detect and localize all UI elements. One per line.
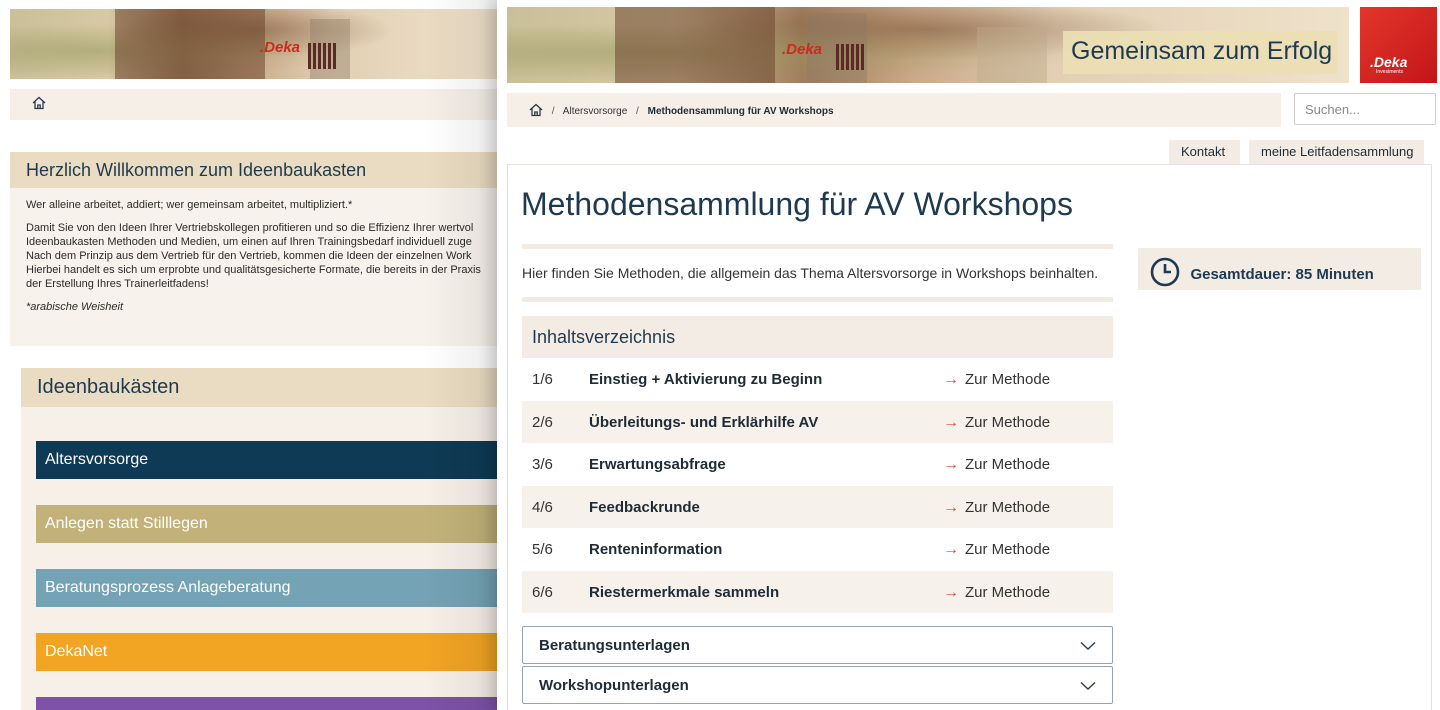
header-banner-image: .Deka (10, 9, 500, 79)
banner-bars-graphic (836, 44, 864, 70)
zur-methode-link[interactable]: → Zur Methode (943, 414, 1050, 432)
welcome-text-line: Ideenbaukasten Methoden und Medien, um e… (26, 236, 472, 248)
kit-beratungsprozess-button[interactable]: Beratungsprozess Anlageberatung (36, 569, 500, 607)
tab-leitfadensammlung[interactable]: meine Leitfadensammlung (1249, 140, 1424, 164)
welcome-text-line: Damit Sie von den Ideen Ihrer Vertriebsk… (26, 222, 474, 234)
tab-kontakt[interactable]: Kontakt (1169, 140, 1240, 164)
zur-methode-link[interactable]: → Zur Methode (943, 499, 1050, 517)
welcome-text-line: Nach dem Prinzip aus dem Vertrieb für de… (26, 250, 472, 262)
zur-methode-label: Zur Methode (965, 498, 1051, 516)
arrow-right-icon: → (943, 583, 959, 601)
deka-logo[interactable]: .Deka Investments (1360, 7, 1437, 83)
left-breadcrumb-bar (10, 89, 500, 120)
clock-icon (1150, 257, 1180, 292)
background-page: .Deka Herzlich Willkommen zum Ideenbauka… (0, 0, 500, 710)
intro-text: Hier finden Sie Methoden, die allgemein … (522, 265, 1099, 281)
arrow-right-icon: → (943, 413, 959, 431)
banner-deka-mark: .Deka (260, 39, 301, 56)
banner-bars-graphic (308, 43, 336, 69)
banner-deka-mark: .Deka (782, 41, 823, 58)
duration-box: Gesamtdauer: 85 Minuten (1138, 248, 1421, 290)
foreground-page: .Deka Gemeinsam zum Erfolg .Deka Investm… (497, 0, 1440, 710)
arrow-right-icon: → (943, 371, 959, 388)
search-input[interactable] (1294, 93, 1436, 125)
home-icon[interactable] (32, 96, 46, 115)
toc-title-text: Renteninformation (589, 541, 723, 558)
toc-title-text: Überleitungs- und Erklärhilfe AV (589, 413, 819, 431)
zur-methode-link[interactable]: → Zur Methode (943, 541, 1050, 559)
breadcrumb-current: Methodensammlung für AV Workshops (647, 106, 834, 117)
table-of-contents: Inhaltsverzeichnis 1/6 Einstieg + Aktivi… (522, 316, 1113, 613)
accordion-label: Beratungsunterlagen (539, 637, 690, 654)
welcome-panel: Herzlich Willkommen zum Ideenbaukasten W… (10, 152, 500, 346)
toc-title-text: Einstieg + Aktivierung zu Beginn (589, 371, 823, 388)
toc-number: 6/6 (532, 583, 553, 601)
toc-title-text: Riestermerkmale sammeln (589, 583, 780, 601)
zur-methode-label: Zur Methode (965, 456, 1051, 473)
toc-number: 5/6 (532, 541, 553, 558)
toc-number: 4/6 (532, 498, 553, 516)
kit-anlegen-button[interactable]: Anlegen statt Stilllegen (36, 505, 500, 543)
divider (522, 297, 1113, 302)
home-icon[interactable] (529, 103, 543, 120)
toc-title: Inhaltsverzeichnis (522, 316, 1113, 358)
toc-row: 1/6 Einstieg + Aktivierung zu Beginn → Zu… (522, 358, 1113, 401)
toc-title-text: Erwartungsabfrage (589, 456, 726, 473)
breadcrumb-separator: / (636, 106, 639, 117)
arrow-right-icon: → (943, 498, 959, 516)
zur-methode-link[interactable]: → Zur Methode (943, 456, 1050, 474)
toc-title-text: Feedbackrunde (589, 498, 700, 516)
toc-row: 2/6 Überleitungs- und Erklärhilfe AV → Zu… (522, 400, 1113, 443)
welcome-title: Herzlich Willkommen zum Ideenbaukasten (10, 152, 500, 188)
accordion-workshopunterlagen[interactable]: Workshopunterlagen (522, 666, 1113, 704)
breadcrumb: / Altersvorsorge / Methodensammlung für … (507, 93, 1281, 127)
header-banner-image: .Deka Gemeinsam zum Erfolg (507, 7, 1349, 83)
zur-methode-link[interactable]: → Zur Methode (943, 584, 1050, 602)
chevron-down-icon (1080, 678, 1096, 695)
welcome-motto: Wer alleine arbeitet, addiert; wer gemei… (26, 199, 353, 211)
ideenbaukasten-title: Ideenbaukästen (21, 368, 500, 407)
accordion-label: Workshopunterlagen (539, 677, 689, 694)
accordion-beratungsunterlagen[interactable]: Beratungsunterlagen (522, 626, 1113, 664)
toc-row: 4/6 Feedbackrunde → Zur Methode (522, 485, 1113, 528)
toc-row: 5/6 Renteninformation → Zur Methode (522, 528, 1113, 571)
zur-methode-label: Zur Methode (965, 413, 1051, 431)
toc-number: 1/6 (532, 371, 553, 388)
arrow-right-icon: → (943, 541, 959, 558)
duration-label: Gesamtdauer: 85 Minuten (1190, 266, 1374, 283)
zur-methode-label: Zur Methode (965, 371, 1051, 388)
zur-methode-label: Zur Methode (965, 583, 1051, 601)
arrow-right-icon: → (943, 456, 959, 473)
logo-text: .Deka (1370, 54, 1408, 70)
breadcrumb-separator: / (551, 106, 555, 117)
toc-number: 2/6 (532, 413, 553, 431)
kit-altersvorsorge-button[interactable]: Altersvorsorge (36, 441, 500, 479)
logo-subtext: Investments (1376, 69, 1403, 75)
welcome-text-line: der Erstellung Ihres Trainerleitfadens! (26, 278, 209, 290)
kit-next-button[interactable] (36, 697, 500, 710)
welcome-text-line: Hierbei handelt es sich um erprobte und … (26, 264, 481, 276)
divider (522, 244, 1113, 249)
tagline: Gemeinsam zum Erfolg (1063, 31, 1337, 74)
breadcrumb-link-altersvorsorge[interactable]: Altersvorsorge (563, 106, 627, 117)
toc-number: 3/6 (532, 456, 553, 473)
page-title: Methodensammlung für AV Workshops (521, 186, 1073, 222)
toc-row: 6/6 Riestermerkmale sammeln → Zur Methode (522, 570, 1113, 613)
toc-row: 3/6 Erwartungsabfrage → Zur Methode (522, 443, 1113, 486)
zur-methode-label: Zur Methode (965, 541, 1051, 558)
quote-source: *arabische Weisheit (26, 301, 124, 313)
zur-methode-link[interactable]: → Zur Methode (943, 371, 1050, 389)
chevron-down-icon (1080, 638, 1096, 655)
kit-dekanet-button[interactable]: DekaNet (36, 633, 500, 671)
